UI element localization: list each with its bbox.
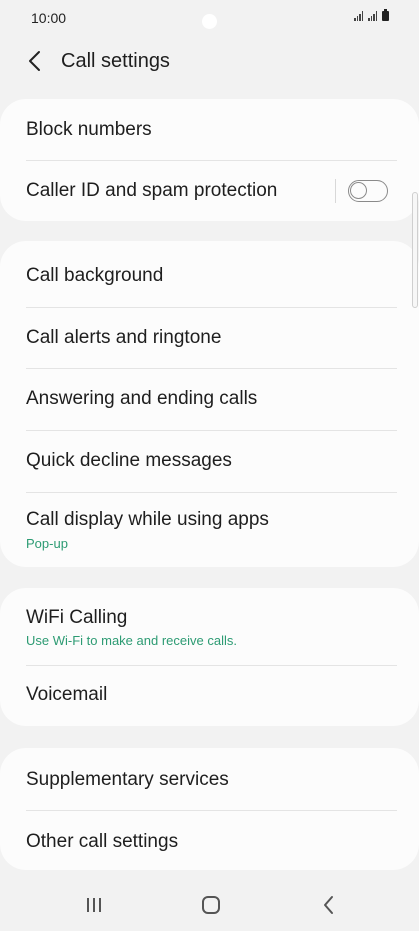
setting-call-display-apps[interactable]: Call display while using apps Pop-up	[0, 493, 419, 567]
setting-label: Quick decline messages	[26, 450, 232, 471]
status-bar: 10:00	[0, 0, 419, 36]
setting-call-background[interactable]: Call background	[0, 241, 419, 307]
signal-icon	[354, 11, 363, 21]
status-time: 10:00	[31, 10, 67, 26]
recent-apps-icon[interactable]	[79, 892, 109, 918]
setting-label: WiFi Calling	[26, 607, 128, 628]
setting-caller-id-spam[interactable]: Caller ID and spam protection	[0, 161, 419, 221]
page-title: Call settings	[61, 50, 170, 72]
setting-call-alerts-ringtone[interactable]: Call alerts and ringtone	[0, 308, 419, 368]
toggle-knob	[350, 182, 367, 199]
setting-label: Supplementary services	[26, 769, 229, 790]
front-camera	[202, 14, 217, 29]
caller-id-toggle[interactable]	[348, 180, 388, 202]
status-icons	[354, 9, 389, 21]
setting-answering-ending-calls[interactable]: Answering and ending calls	[0, 369, 419, 430]
setting-label: Other call settings	[26, 831, 179, 852]
scrollbar[interactable]	[412, 192, 418, 308]
app-header: Call settings	[0, 40, 419, 84]
setting-label: Call alerts and ringtone	[26, 327, 222, 348]
settings-card-wifi-voicemail: WiFi Calling Use Wi-Fi to make and recei…	[0, 588, 419, 726]
settings-card-call: Call background Call alerts and ringtone…	[0, 241, 419, 567]
setting-label: Block numbers	[26, 119, 152, 140]
setting-label: Call display while using apps	[26, 509, 269, 530]
battery-icon	[382, 9, 389, 21]
setting-subtitle: Pop-up	[26, 536, 68, 551]
home-icon[interactable]	[196, 892, 226, 918]
setting-other-call-settings[interactable]: Other call settings	[0, 811, 419, 870]
setting-quick-decline-messages[interactable]: Quick decline messages	[0, 431, 419, 492]
navigation-bar	[0, 878, 419, 931]
setting-label: Answering and ending calls	[26, 388, 258, 409]
setting-label: Call background	[26, 265, 164, 286]
setting-block-numbers[interactable]: Block numbers	[0, 99, 419, 160]
back-arrow-icon[interactable]	[22, 48, 48, 74]
setting-wifi-calling[interactable]: WiFi Calling Use Wi-Fi to make and recei…	[0, 588, 419, 665]
settings-card-blocking: Block numbers Caller ID and spam protect…	[0, 99, 419, 221]
setting-label: Caller ID and spam protection	[26, 180, 278, 201]
signal-icon	[368, 11, 377, 21]
back-icon[interactable]	[314, 892, 344, 918]
setting-voicemail[interactable]: Voicemail	[0, 666, 419, 726]
setting-label: Voicemail	[26, 684, 108, 705]
setting-subtitle: Use Wi-Fi to make and receive calls.	[26, 633, 237, 648]
settings-card-other: Supplementary services Other call settin…	[0, 748, 419, 870]
divider	[335, 179, 336, 203]
setting-supplementary-services[interactable]: Supplementary services	[0, 748, 419, 810]
